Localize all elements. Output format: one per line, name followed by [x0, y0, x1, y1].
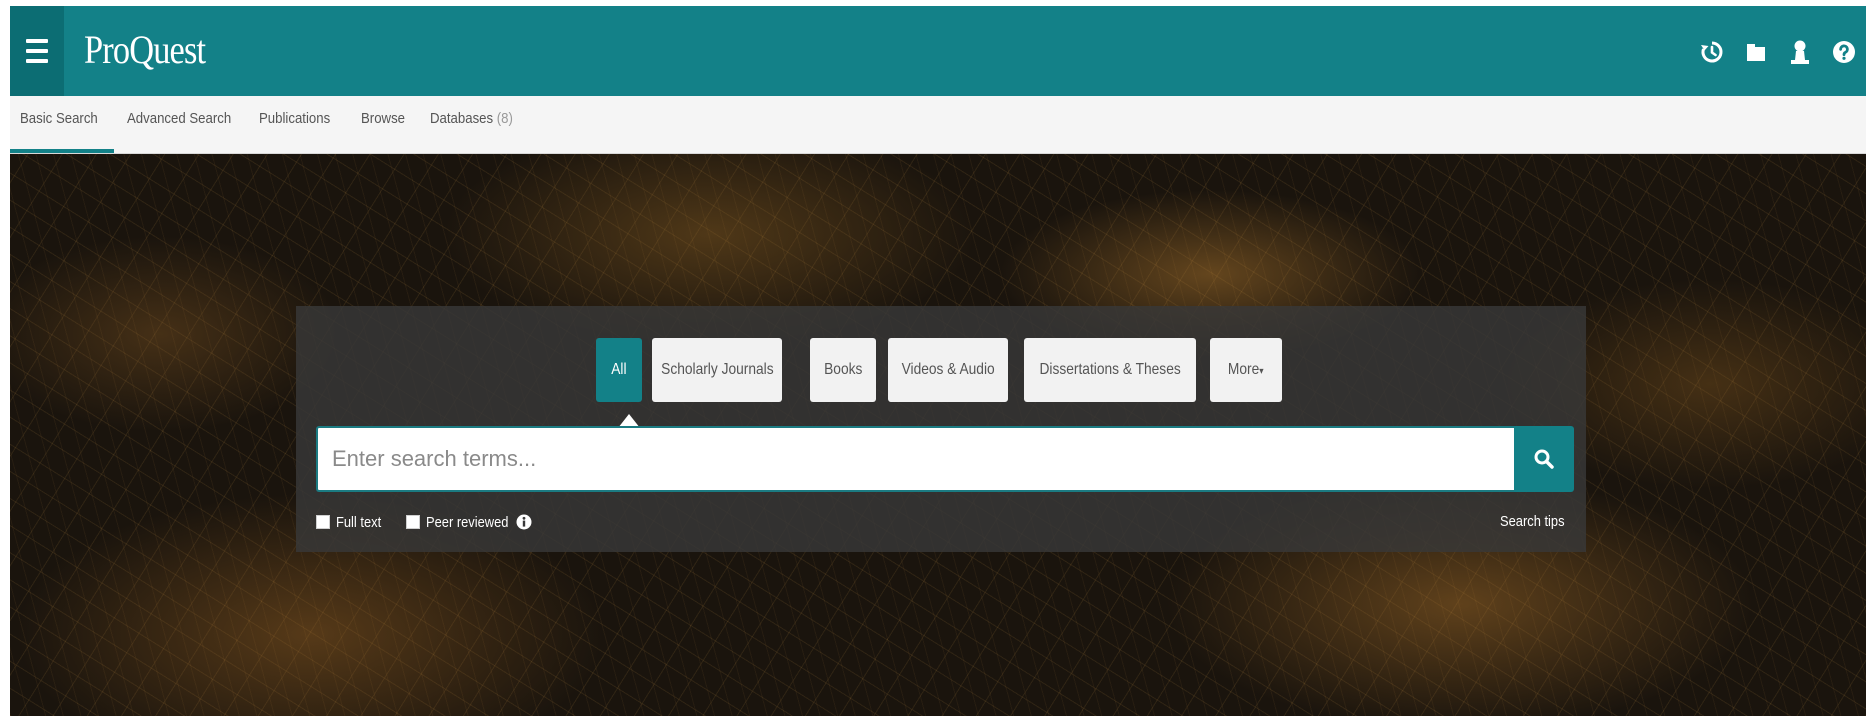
brand-logo[interactable]: ProQuest	[84, 26, 206, 73]
filter-scholarly-journals-label: Scholarly Journals	[661, 361, 774, 378]
filter-videos-audio-label: Videos & Audio	[901, 361, 995, 378]
active-tab-indicator	[10, 149, 114, 153]
hamburger-menu-button[interactable]	[10, 6, 64, 96]
full-text-checkbox[interactable]: Full text	[316, 511, 389, 533]
nav-databases[interactable]: Databases (8)	[430, 96, 513, 154]
caret-down-icon: ▾	[1259, 366, 1264, 377]
nav-databases-label: Databases	[430, 110, 494, 127]
recent-searches-button[interactable]	[1690, 36, 1734, 68]
user-icon	[1791, 40, 1809, 64]
history-icon	[1701, 41, 1723, 63]
info-icon[interactable]	[516, 514, 532, 530]
search-mode-nav: Basic Search Advanced Search Publication…	[10, 96, 1866, 154]
filter-more-dropdown[interactable]: More▾	[1210, 338, 1282, 402]
header-bar: ProQuest	[10, 6, 1866, 96]
account-button[interactable]	[1778, 36, 1822, 68]
filter-books-label: Books	[823, 361, 863, 378]
help-button[interactable]	[1822, 36, 1866, 68]
help-icon	[1833, 41, 1855, 63]
menu-bar-icon	[26, 39, 48, 43]
filter-scholarly-journals-button[interactable]: Scholarly Journals	[652, 338, 782, 402]
search-input[interactable]	[316, 426, 1514, 492]
nav-basic-search[interactable]: Basic Search	[20, 96, 98, 154]
filter-all-button[interactable]: All	[596, 338, 642, 402]
full-text-label: Full text	[336, 513, 382, 531]
nav-advanced-search[interactable]: Advanced Search	[127, 96, 231, 154]
filter-dissertations-theses-label: Dissertations & Theses	[1039, 361, 1181, 378]
peer-reviewed-label: Peer reviewed	[426, 513, 509, 531]
search-submit-button[interactable]	[1514, 426, 1574, 492]
peer-reviewed-checkbox[interactable]: Peer reviewed	[406, 511, 532, 533]
filter-books-button[interactable]: Books	[810, 338, 876, 402]
my-research-button[interactable]	[1734, 36, 1778, 68]
nav-browse[interactable]: Browse	[361, 96, 405, 154]
filter-dissertations-theses-button[interactable]: Dissertations & Theses	[1024, 338, 1196, 402]
nav-databases-count: (8)	[496, 110, 513, 127]
header-actions	[1690, 36, 1866, 68]
folder-icon	[1747, 44, 1765, 61]
search-tips-link[interactable]: Search tips	[1500, 511, 1565, 533]
checkbox-box[interactable]	[316, 515, 330, 529]
app-window: ProQuest Basic Search Advanced Search Pu…	[10, 6, 1866, 716]
menu-bar-icon	[26, 49, 48, 53]
menu-bar-icon	[26, 59, 48, 63]
nav-publications[interactable]: Publications	[259, 96, 330, 154]
checkbox-box[interactable]	[406, 515, 420, 529]
search-icon	[1534, 449, 1554, 469]
filter-videos-audio-button[interactable]: Videos & Audio	[888, 338, 1008, 402]
filter-all-label: All	[611, 361, 627, 378]
filter-more-label: More	[1228, 361, 1260, 378]
